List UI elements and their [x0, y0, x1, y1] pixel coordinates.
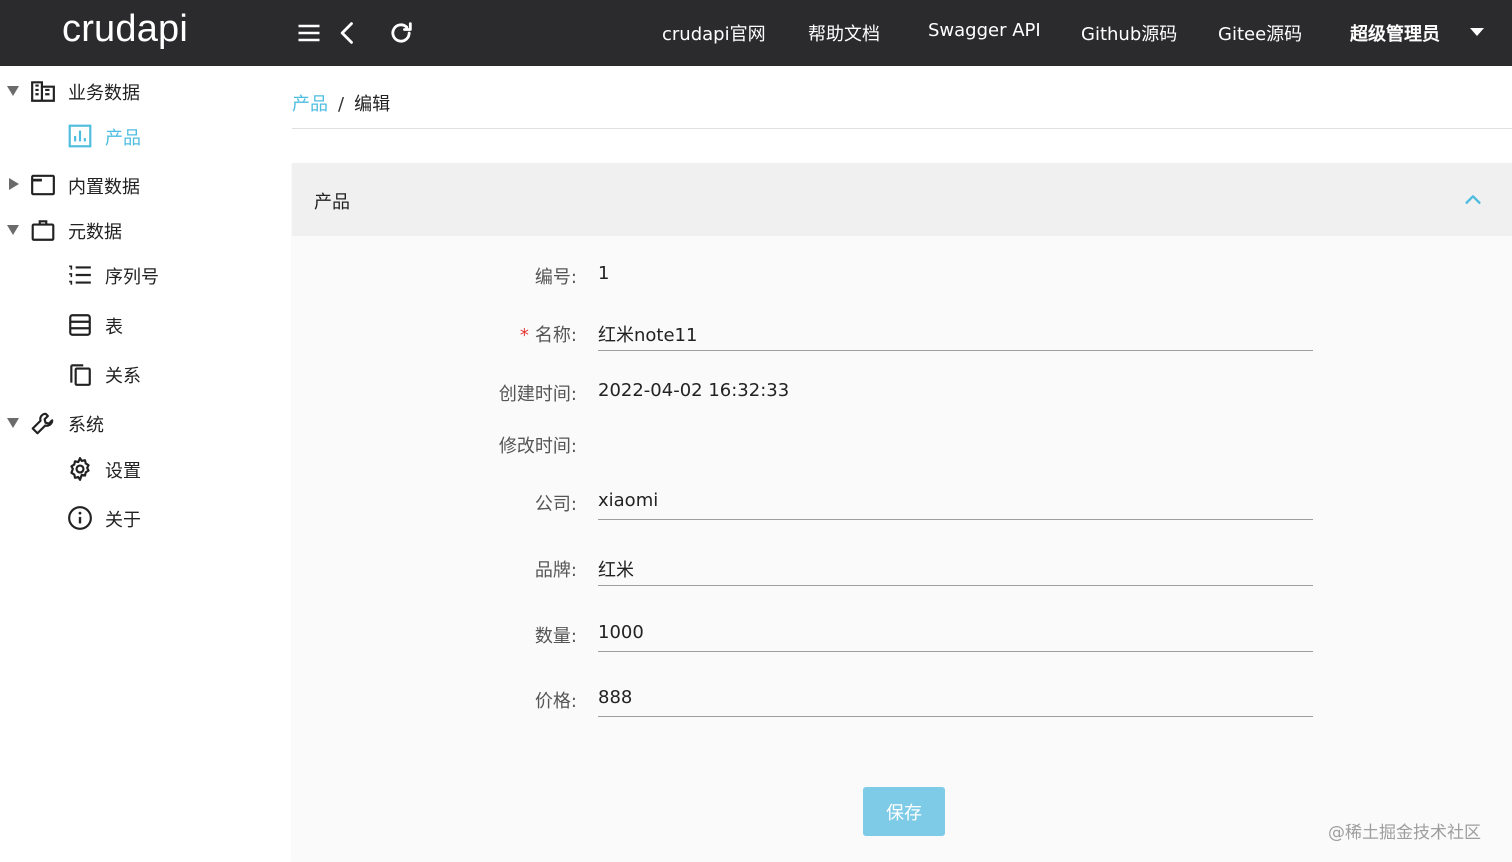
- info-icon: [67, 505, 93, 531]
- sidebar-item-metadata[interactable]: 元数据: [0, 210, 272, 250]
- name-label-text: 名称:: [534, 325, 577, 346]
- sidebar-item-label: 业务数据: [68, 83, 140, 104]
- chevron-down-icon[interactable]: [1470, 28, 1484, 36]
- sidebar-item-business-data[interactable]: 业务数据: [0, 71, 272, 111]
- sidebar-item-label: 关于: [105, 510, 141, 531]
- watermark: @稀土掘金技术社区: [1328, 823, 1481, 843]
- company-input[interactable]: xiaomi: [598, 486, 1313, 520]
- expand-arrow-icon[interactable]: [7, 418, 19, 428]
- company-label: 公司:: [534, 494, 577, 515]
- sidebar-item-table[interactable]: 表: [0, 305, 272, 345]
- save-button[interactable]: 保存: [863, 787, 945, 836]
- nav-crudapi-site[interactable]: crudapi官网: [662, 20, 766, 46]
- sidebar-item-builtin-data[interactable]: 内置数据: [0, 165, 272, 205]
- sidebar-item-label: 设置: [105, 461, 141, 482]
- panel-header[interactable]: 产品: [292, 163, 1512, 236]
- expand-arrow-icon[interactable]: [7, 225, 19, 235]
- back-icon[interactable]: [332, 17, 364, 49]
- sidebar: 业务数据 产品 内置数据 元数据 序列号 表 关系 系统 设置 关于: [0, 66, 272, 862]
- nav-swagger-api[interactable]: Swagger API: [928, 20, 1041, 41]
- sidebar-item-label: 表: [105, 317, 123, 338]
- price-label: 价格:: [534, 691, 577, 712]
- sidebar-item-relation[interactable]: 关系: [0, 354, 272, 394]
- gear-icon: [67, 456, 93, 482]
- table-icon: [67, 312, 93, 338]
- briefcase-icon: [30, 217, 56, 243]
- sidebar-item-label: 内置数据: [68, 177, 140, 198]
- sidebar-item-label: 系统: [68, 415, 104, 436]
- refresh-icon[interactable]: [385, 17, 417, 49]
- list-icon: [67, 262, 93, 288]
- business-data-icon: [30, 78, 56, 104]
- sidebar-item-product[interactable]: 产品: [0, 116, 272, 156]
- brand-input[interactable]: 红米: [598, 552, 1313, 586]
- sidebar-item-label: 关系: [105, 366, 141, 387]
- copy-icon: [67, 361, 93, 387]
- required-mark: *: [519, 325, 529, 346]
- menu-icon[interactable]: [293, 17, 325, 49]
- update-time-label: 修改时间:: [498, 436, 577, 457]
- nav-help-docs[interactable]: 帮助文档: [808, 20, 880, 46]
- sidebar-item-label: 序列号: [105, 267, 159, 288]
- edit-panel: 产品 编号: 1 * 名称: 红米note11 创建时间: 2022-04-02 …: [292, 163, 1512, 862]
- name-label: * 名称:: [377, 321, 577, 347]
- quantity-input[interactable]: 1000: [598, 618, 1313, 652]
- wrench-icon: [30, 410, 56, 436]
- sidebar-item-system[interactable]: 系统: [0, 403, 272, 443]
- breadcrumb-separator: /: [338, 94, 345, 115]
- sidebar-item-label: 产品: [105, 128, 141, 149]
- panel-title: 产品: [314, 192, 350, 213]
- breadcrumb-parent-link[interactable]: 产品: [292, 94, 328, 115]
- nav-gitee[interactable]: Gitee源码: [1218, 20, 1302, 46]
- chevron-up-icon[interactable]: [1462, 189, 1484, 211]
- window-icon: [30, 172, 56, 198]
- name-input[interactable]: 红米note11: [598, 317, 1313, 351]
- create-time-value: 2022-04-02 16:32:33: [598, 380, 790, 401]
- brand-label: 品牌:: [534, 560, 577, 581]
- id-label: 编号:: [534, 267, 577, 288]
- sidebar-item-about[interactable]: 关于: [0, 498, 272, 538]
- top-bar: crudapi crudapi官网 帮助文档 Swagger API Githu…: [0, 0, 1512, 66]
- breadcrumb-current: 编辑: [354, 94, 391, 115]
- sidebar-item-sequence[interactable]: 序列号: [0, 255, 272, 295]
- breadcrumb-divider: [292, 128, 1512, 129]
- price-input[interactable]: 888: [598, 683, 1313, 717]
- sidebar-item-label: 元数据: [68, 222, 122, 243]
- sidebar-item-settings[interactable]: 设置: [0, 449, 272, 489]
- expand-arrow-icon[interactable]: [7, 86, 19, 96]
- nav-github[interactable]: Github源码: [1081, 20, 1177, 46]
- app-logo[interactable]: crudapi: [62, 8, 188, 51]
- form-body: 编号: 1 * 名称: 红米note11 创建时间: 2022-04-02 16:…: [292, 236, 1512, 862]
- user-menu[interactable]: 超级管理员: [1350, 20, 1440, 46]
- breadcrumb: 产品 / 编辑: [292, 90, 390, 116]
- create-time-label: 创建时间:: [498, 384, 577, 405]
- expand-arrow-icon[interactable]: [9, 178, 19, 190]
- chart-icon: [67, 123, 93, 149]
- quantity-label: 数量:: [534, 626, 577, 647]
- id-value: 1: [598, 263, 610, 284]
